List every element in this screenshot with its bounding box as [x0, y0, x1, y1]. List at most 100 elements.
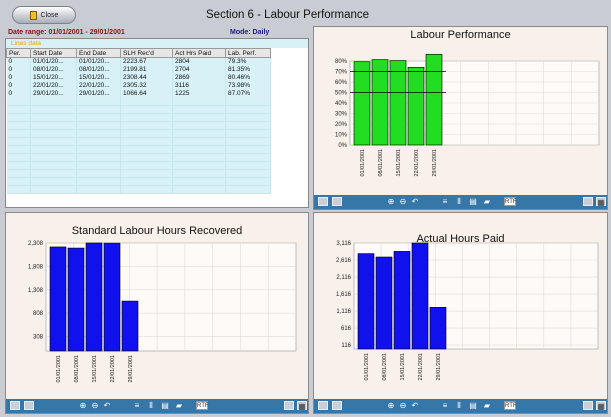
y-tick-label: 3,116 [336, 241, 351, 247]
bar[interactable] [121, 300, 139, 352]
table-cell: 29/01/20... [76, 89, 121, 98]
bar[interactable] [393, 251, 411, 350]
chart-type-icon[interactable] [318, 401, 328, 410]
zoom-in-icon[interactable]: ⊕ [78, 401, 88, 410]
table-cell: 2704 [172, 65, 226, 74]
bar[interactable] [389, 60, 407, 146]
zoom-out-icon[interactable]: ⊖ [90, 401, 100, 410]
grid-icon[interactable]: ▦ [596, 401, 606, 411]
3d-toggle-icon[interactable]: ▰ [482, 197, 492, 206]
x-tick-label: 15/01/2001 [396, 149, 402, 177]
table-cell: 0 [6, 81, 31, 90]
y-tick-label: 60% [335, 80, 348, 86]
bar[interactable] [67, 247, 85, 352]
columns-icon[interactable]: ⦀ [454, 401, 464, 410]
empty-row [6, 185, 271, 194]
y-tick-label: 50% [335, 91, 348, 97]
empty-row [6, 177, 271, 186]
print-icon[interactable]: RTF [196, 401, 209, 410]
list-icon[interactable]: ≡ [132, 401, 142, 410]
x-tick-label: 08/01/2001 [382, 353, 388, 381]
x-tick-label: 22/01/2001 [418, 353, 424, 381]
column-header[interactable]: Act Hrs Paid [172, 48, 226, 58]
table-row[interactable]: 0 15/01/20... 15/01/20... 2308.44 2869 80.46% [6, 73, 271, 82]
copy-icon[interactable] [583, 197, 593, 206]
zoom-in-icon[interactable]: ⊕ [386, 401, 396, 410]
copy-icon[interactable] [284, 401, 294, 410]
labour-performance-chart: 0% 10% 20% 30% 40% 50% 60% 70% 80% 01/01/2001 08/0… [335, 53, 600, 177]
bar[interactable] [353, 61, 371, 146]
y-tick-label: 30% [335, 112, 348, 118]
notes-icon[interactable]: ▤ [468, 197, 478, 206]
bar[interactable] [85, 242, 103, 352]
export-icon[interactable] [332, 401, 342, 410]
column-header[interactable]: Start Date [30, 48, 77, 58]
3d-toggle-icon[interactable]: ▰ [174, 401, 184, 410]
undo-zoom-icon[interactable]: ↶ [102, 401, 112, 410]
bar[interactable] [429, 307, 447, 350]
table-cell: 3116 [172, 81, 226, 90]
column-header[interactable]: Per. [6, 48, 31, 58]
x-tick-label: 01/01/2001 [364, 353, 370, 381]
columns-icon[interactable]: ⦀ [454, 197, 464, 206]
y-tick-label: 308 [33, 335, 44, 341]
zoom-out-icon[interactable]: ⊖ [398, 197, 408, 206]
notes-icon[interactable]: ▤ [160, 401, 170, 410]
undo-zoom-icon[interactable]: ↶ [410, 401, 420, 410]
copy-icon[interactable] [583, 401, 593, 410]
column-header[interactable]: SLH Rec'd [120, 48, 173, 58]
bar[interactable] [375, 256, 393, 350]
chart-type-icon[interactable] [10, 401, 20, 410]
print-icon[interactable]: RTF [504, 197, 517, 206]
notes-icon[interactable]: ▤ [468, 401, 478, 410]
table-cell: 15/01/20... [30, 73, 77, 82]
bar[interactable] [103, 242, 121, 352]
table-cell: 2223.67 [120, 57, 173, 66]
y-tick-label: 616 [341, 326, 352, 332]
x-tick-label: 15/01/2001 [400, 353, 406, 381]
export-icon[interactable] [24, 401, 34, 410]
x-tick-label: 22/01/2001 [414, 149, 420, 177]
column-header[interactable]: Lab. Perf. [225, 48, 271, 58]
y-tick-label: 808 [33, 311, 44, 317]
3d-toggle-icon[interactable]: ▰ [482, 401, 492, 410]
table-row[interactable]: 0 22/01/20... 22/01/20... 2305.32 3116 73.98% [6, 81, 271, 90]
table-row[interactable]: 0 01/01/20... 01/01/20... 2223.67 2804 79.3% [6, 57, 271, 66]
x-tick-label: 08/01/2001 [378, 149, 384, 177]
door-icon [29, 10, 37, 20]
actual-hours-paid-chart: 116 616 1,116 1,616 2,116 2,616 3,116 01/01/200… [336, 241, 599, 381]
table-cell: 80.46% [225, 73, 271, 82]
zoom-in-icon[interactable]: ⊕ [386, 197, 396, 206]
list-icon[interactable]: ≡ [440, 401, 450, 410]
table-cell: 0 [6, 65, 31, 74]
y-tick-label: 70% [335, 70, 348, 76]
empty-row [6, 153, 271, 162]
chart-type-icon[interactable] [318, 197, 328, 206]
y-tick-label: 80% [335, 59, 348, 65]
print-icon[interactable]: RTF [504, 401, 517, 410]
bar[interactable] [411, 242, 429, 350]
bar[interactable] [371, 59, 389, 146]
table-row[interactable]: 0 08/01/20... 08/01/20... 2199.81 2704 81.35% [6, 65, 271, 74]
bar[interactable] [49, 246, 67, 352]
zoom-out-icon[interactable]: ⊖ [398, 401, 408, 410]
lines-data-panel: Lines data Per. Start Date End Date SLH Rec… [5, 38, 309, 208]
bar[interactable] [407, 67, 425, 146]
y-tick-label: 10% [335, 133, 348, 139]
list-icon[interactable]: ≡ [440, 197, 450, 206]
close-button[interactable]: Close [12, 6, 76, 24]
undo-zoom-icon[interactable]: ↶ [410, 197, 420, 206]
columns-icon[interactable]: ⦀ [146, 401, 156, 410]
bar[interactable] [357, 253, 375, 350]
table-cell: 81.35% [225, 65, 271, 74]
grid-icon[interactable]: ▦ [596, 197, 606, 207]
export-icon[interactable] [332, 197, 342, 206]
grid-icon[interactable]: ▦ [297, 401, 307, 411]
labour-performance-panel: Labour Performance 0% 10% 20% 30% 40% 50% 60% 7… [313, 26, 608, 210]
bar[interactable] [425, 53, 443, 146]
table-row[interactable]: 0 29/01/20... 29/01/20... 1066.64 1225 87.07% [6, 89, 271, 98]
column-header[interactable]: End Date [76, 48, 121, 58]
table-cell: 73.98% [225, 81, 271, 90]
actual-hours-paid-panel: Actual Hours Paid 116 616 1,116 1,616 2,116 2… [313, 212, 608, 414]
table-cell: 87.07% [225, 89, 271, 98]
